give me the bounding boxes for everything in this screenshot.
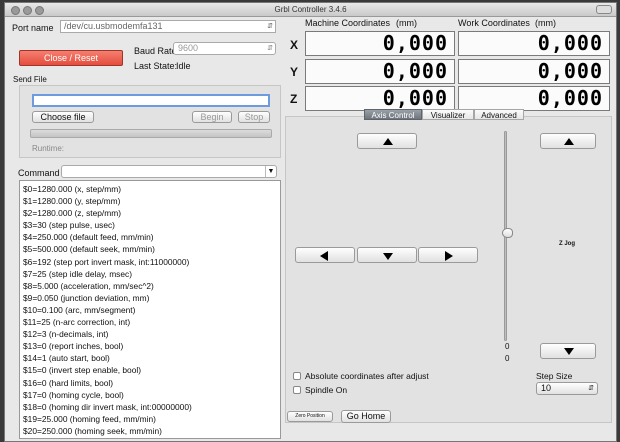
up-arrow-icon xyxy=(564,138,574,145)
list-item: $8=5.000 (acceleration, mm/sec^2) xyxy=(23,280,154,291)
z-slider-value-label: 0 xyxy=(505,354,510,363)
chevron-down-icon: ⇵ xyxy=(267,45,273,52)
work-y-display: 0,000 xyxy=(458,59,610,84)
work-coords-unit: (mm) xyxy=(535,18,556,28)
tab-bar: Axis Control Visualizer Advanced xyxy=(364,109,524,121)
absolute-coords-checkbox[interactable] xyxy=(293,372,301,380)
list-item: $16=0 (hard limits, bool) xyxy=(23,377,114,388)
baud-value: 9600 xyxy=(178,43,199,53)
absolute-coords-label: Absolute coordinates after adjust xyxy=(305,371,429,381)
list-item: $11=25 (n-arc correction, int) xyxy=(23,317,131,328)
window-title: Grbl Controller 3.4.6 xyxy=(274,5,347,14)
list-item: $15=0 (invert step enable, bool) xyxy=(23,365,142,376)
list-item: $14=1 (auto start, bool) xyxy=(23,353,110,364)
machine-coords-unit: (mm) xyxy=(396,18,417,28)
go-home-button[interactable]: Go Home xyxy=(341,410,391,423)
choose-file-button[interactable]: Choose file xyxy=(32,111,94,123)
machine-x-display: 0,000 xyxy=(305,31,455,56)
step-size-label: Step Size xyxy=(536,371,573,381)
send-progress-bar xyxy=(30,129,272,138)
step-size-value: 10 xyxy=(541,383,552,393)
down-arrow-icon xyxy=(564,348,574,355)
baud-label: Baud Rate xyxy=(134,46,177,56)
list-item: $2=1280.000 (z, step/mm) xyxy=(23,208,121,219)
tab-advanced[interactable]: Advanced xyxy=(474,109,524,120)
stop-button[interactable]: Stop xyxy=(238,111,270,123)
left-arrow-icon xyxy=(320,251,328,261)
tab-visualizer[interactable]: Visualizer xyxy=(422,109,474,120)
work-coords-label: Work Coordinates xyxy=(458,18,530,28)
list-item: $20=250.000 (homing seek, mm/min) xyxy=(23,425,162,436)
zoom-window-icon[interactable] xyxy=(35,6,44,15)
list-item: $17=0 (homing cycle, bool) xyxy=(23,389,124,400)
jog-y-plus-button[interactable] xyxy=(357,133,417,149)
send-file-panel: Choose file Begin Stop Runtime: xyxy=(19,85,281,158)
list-item: $18=0 (homing dir invert mask, int:00000… xyxy=(23,401,192,412)
chevron-down-icon[interactable]: ▼ xyxy=(265,166,276,177)
list-item: $0=1280.000 (x, step/mm) xyxy=(23,184,121,194)
list-item: $5=500.000 (default seek, mm/min) xyxy=(23,244,155,255)
toolbar-toggle-icon[interactable] xyxy=(596,5,612,14)
z-jog-label: Z Jog xyxy=(559,241,575,247)
z-slider-min-label: 0 xyxy=(505,342,510,351)
main-window: Grbl Controller 3.4.6 Port name /dev/cu.… xyxy=(4,2,617,442)
machine-z-display: 0,000 xyxy=(305,86,455,111)
begin-button[interactable]: Begin xyxy=(192,111,232,123)
window-controls xyxy=(11,6,47,19)
jog-y-minus-button[interactable] xyxy=(357,247,417,263)
list-item: $3=30 (step pulse, usec) xyxy=(23,220,115,231)
baud-select[interactable]: 9600 ⇵ xyxy=(173,42,276,55)
jog-z-minus-button[interactable] xyxy=(540,343,596,359)
down-arrow-icon xyxy=(383,253,393,260)
work-x-display: 0,000 xyxy=(458,31,610,56)
machine-coords-label: Machine Coordinates xyxy=(305,18,391,28)
list-item: $21=100 (homing debounce, msec) xyxy=(20,437,280,439)
step-size-select[interactable]: 10 ⇵ xyxy=(536,382,598,395)
spindle-on-checkbox[interactable] xyxy=(293,386,301,394)
list-item: $19=25.000 (homing feed, mm/min) xyxy=(23,413,156,424)
spindle-on-label: Spindle On xyxy=(305,385,348,395)
list-item: $6=192 (step port invert mask, int:11000… xyxy=(23,256,190,267)
axis-label-z: Z xyxy=(290,92,298,106)
port-select[interactable]: /dev/cu.usbmodemfa131 ⇵ xyxy=(60,20,276,33)
list-item: $10=0.100 (arc, mm/segment) xyxy=(23,304,136,315)
list-item: $9=0.050 (junction deviation, mm) xyxy=(23,292,150,303)
list-item: $12=3 (n-decimals, int) xyxy=(23,329,109,340)
list-item: $1=1280.000 (y, step/mm) xyxy=(23,196,121,207)
jog-z-plus-button[interactable] xyxy=(540,133,596,149)
close-reset-button[interactable]: Close / Reset xyxy=(19,50,123,66)
last-state-label: Last State: xyxy=(134,61,178,71)
jog-x-minus-button[interactable] xyxy=(295,247,355,263)
zero-position-button[interactable]: Zero Position xyxy=(287,411,333,422)
title-bar: Grbl Controller 3.4.6 xyxy=(5,3,616,17)
tab-axis-control[interactable]: Axis Control xyxy=(364,109,422,120)
axis-label-x: X xyxy=(290,38,299,52)
jog-x-plus-button[interactable] xyxy=(418,247,478,263)
right-arrow-icon xyxy=(445,251,453,261)
up-arrow-icon xyxy=(383,138,393,145)
chevron-down-icon: ⇵ xyxy=(588,385,594,392)
command-label: Command xyxy=(18,168,60,178)
list-item: $4=250.000 (default feed, mm/min) xyxy=(23,232,154,243)
axis-label-y: Y xyxy=(290,65,299,79)
last-state-value: Idle xyxy=(176,61,191,71)
console-output-list: $0=1280.000 (x, step/mm) $1=1280.000 (y, … xyxy=(19,180,281,439)
z-slider-handle[interactable] xyxy=(502,228,513,238)
list-item: $13=0 (report inches, bool) xyxy=(23,341,124,352)
machine-y-display: 0,000 xyxy=(305,59,455,84)
port-label: Port name xyxy=(12,23,54,33)
port-value: /dev/cu.usbmodemfa131 xyxy=(64,21,163,31)
runtime-label: Runtime: xyxy=(32,144,65,153)
chevron-down-icon: ⇵ xyxy=(267,23,273,30)
command-input[interactable]: ▼ xyxy=(61,165,277,178)
list-item: $7=25 (step idle delay, msec) xyxy=(23,268,133,279)
minimize-window-icon[interactable] xyxy=(23,6,32,15)
close-window-icon[interactable] xyxy=(11,6,20,15)
file-path-input[interactable] xyxy=(32,94,270,107)
work-z-display: 0,000 xyxy=(458,86,610,111)
send-file-group-label: Send File xyxy=(13,75,47,84)
